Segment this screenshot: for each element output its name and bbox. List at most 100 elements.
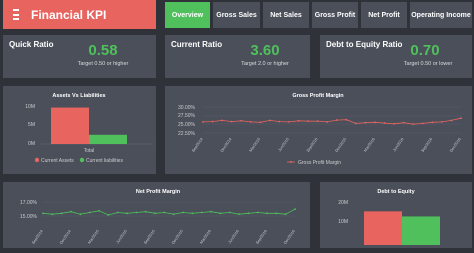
- y-tick-label: 10M: [338, 219, 348, 225]
- bar-current-liabilities[interactable]: [89, 134, 127, 144]
- data-point[interactable]: [393, 122, 396, 125]
- data-point[interactable]: [326, 121, 329, 123]
- x-tick-label: Sep/2016: [255, 229, 268, 245]
- x-tick-label: Mar/2015: [249, 137, 261, 152]
- tab-operating-income[interactable]: Operating Income: [410, 2, 472, 28]
- kpi-label: Debt to Equity Ratio: [326, 40, 403, 49]
- hamburger-icon[interactable]: [13, 9, 19, 20]
- data-point[interactable]: [278, 120, 281, 123]
- data-point[interactable]: [182, 211, 184, 214]
- data-point[interactable]: [211, 120, 214, 123]
- data-point[interactable]: [238, 213, 240, 216]
- data-point[interactable]: [42, 212, 44, 215]
- x-tick-label: Dec/2015: [171, 229, 184, 245]
- data-point[interactable]: [335, 119, 338, 121]
- kpi-value: 0.70: [410, 42, 440, 59]
- data-point[interactable]: [144, 210, 147, 213]
- data-point[interactable]: [383, 122, 386, 124]
- x-tick-label: Jun/2016: [228, 229, 240, 244]
- data-point[interactable]: [345, 118, 348, 121]
- data-point[interactable]: [421, 122, 424, 125]
- data-point[interactable]: [230, 120, 233, 123]
- data-point[interactable]: [294, 208, 296, 211]
- data-point[interactable]: [364, 121, 367, 124]
- data-point[interactable]: [354, 122, 357, 125]
- data-point[interactable]: [172, 213, 175, 216]
- x-tick-label: Sep/2014: [191, 137, 204, 153]
- app-title: Financial KPI: [31, 7, 107, 22]
- x-tick-label: Dec/2016: [449, 137, 462, 153]
- data-point[interactable]: [163, 211, 166, 214]
- data-point[interactable]: [70, 210, 72, 213]
- data-point[interactable]: [135, 211, 138, 214]
- tab-net-sales[interactable]: Net Sales: [263, 2, 309, 28]
- data-point[interactable]: [88, 211, 91, 214]
- data-point[interactable]: [450, 119, 453, 122]
- tab-gross-sales[interactable]: Gross Sales: [213, 2, 260, 28]
- data-point[interactable]: [98, 209, 100, 212]
- debt-equity-chart: Debt to Equity 20M 10M: [338, 189, 440, 245]
- x-tick-label: Sep/2014: [31, 229, 44, 245]
- bar-current-assets[interactable]: [51, 107, 89, 144]
- data-point[interactable]: [307, 120, 310, 123]
- data-point[interactable]: [154, 212, 156, 215]
- data-point[interactable]: [51, 213, 54, 216]
- tab-overview[interactable]: Overview: [165, 2, 210, 28]
- kpi-card-quick-ratio: Quick Ratio 0.58 Target 0.50 or higher: [3, 35, 156, 78]
- data-point[interactable]: [402, 121, 405, 124]
- net-margin-panel: Net Profit Margin 17.00% 15.00% Sep/2014…: [3, 182, 310, 248]
- bar-equity[interactable]: [402, 216, 440, 245]
- x-tick-label: Mar/2016: [199, 229, 211, 244]
- x-tick-label: Mar/2016: [363, 137, 375, 152]
- data-point[interactable]: [431, 121, 434, 124]
- legend-marker: [290, 161, 292, 163]
- y-tick-label: 17.00%: [20, 200, 38, 206]
- x-tick-label: Sep/2015: [143, 229, 156, 245]
- data-point[interactable]: [412, 123, 415, 126]
- data-point[interactable]: [202, 121, 204, 123]
- data-point[interactable]: [107, 214, 110, 216]
- data-point[interactable]: [191, 212, 194, 215]
- bar-debt[interactable]: [364, 211, 402, 245]
- data-point[interactable]: [297, 119, 300, 122]
- data-point[interactable]: [288, 121, 290, 123]
- data-point[interactable]: [275, 212, 278, 215]
- data-point[interactable]: [316, 120, 319, 123]
- kpi-value: 3.60: [250, 42, 280, 59]
- x-tick-label: Dec/2016: [283, 229, 296, 245]
- tab-net-profit[interactable]: Net Profit: [361, 2, 407, 28]
- y-tick-label: 25.00%: [178, 122, 196, 128]
- data-point[interactable]: [256, 211, 259, 214]
- data-point[interactable]: [221, 119, 224, 122]
- legend-label: Current Assets: [41, 158, 74, 164]
- data-point[interactable]: [200, 211, 203, 214]
- x-tick-label: Dec/2014: [220, 137, 233, 153]
- chart-title: Debt to Equity: [377, 189, 415, 195]
- data-point[interactable]: [240, 119, 243, 122]
- tab-gross-profit[interactable]: Gross Profit: [312, 2, 358, 28]
- legend-dot-red: [34, 157, 40, 163]
- data-point[interactable]: [460, 117, 462, 120]
- data-point[interactable]: [60, 212, 63, 215]
- data-point[interactable]: [284, 213, 287, 216]
- data-point[interactable]: [79, 213, 82, 216]
- kpi-label: Quick Ratio: [9, 40, 54, 49]
- data-point[interactable]: [268, 119, 271, 122]
- data-point[interactable]: [249, 121, 252, 123]
- data-point[interactable]: [247, 212, 250, 215]
- x-tick-label: Total: [84, 148, 95, 154]
- gross-margin-panel: Gross Profit Margin 30.00% 27.50% 25.00%…: [165, 86, 472, 174]
- data-point[interactable]: [374, 121, 376, 124]
- x-tick-label: Sep/2015: [306, 137, 319, 153]
- data-point[interactable]: [266, 212, 268, 215]
- data-point[interactable]: [259, 121, 262, 124]
- data-point[interactable]: [440, 121, 443, 123]
- data-point[interactable]: [116, 211, 119, 214]
- data-point[interactable]: [228, 211, 231, 214]
- legend-label: Gross Profit Margin: [298, 160, 341, 166]
- data-point[interactable]: [210, 210, 212, 213]
- kpi-card-debt-to-equity: Debt to Equity Ratio 0.70 Target 0.50 or…: [320, 35, 472, 78]
- debt-equity-panel: Debt to Equity 20M 10M: [320, 182, 472, 248]
- data-point[interactable]: [126, 212, 128, 215]
- data-point[interactable]: [219, 212, 222, 215]
